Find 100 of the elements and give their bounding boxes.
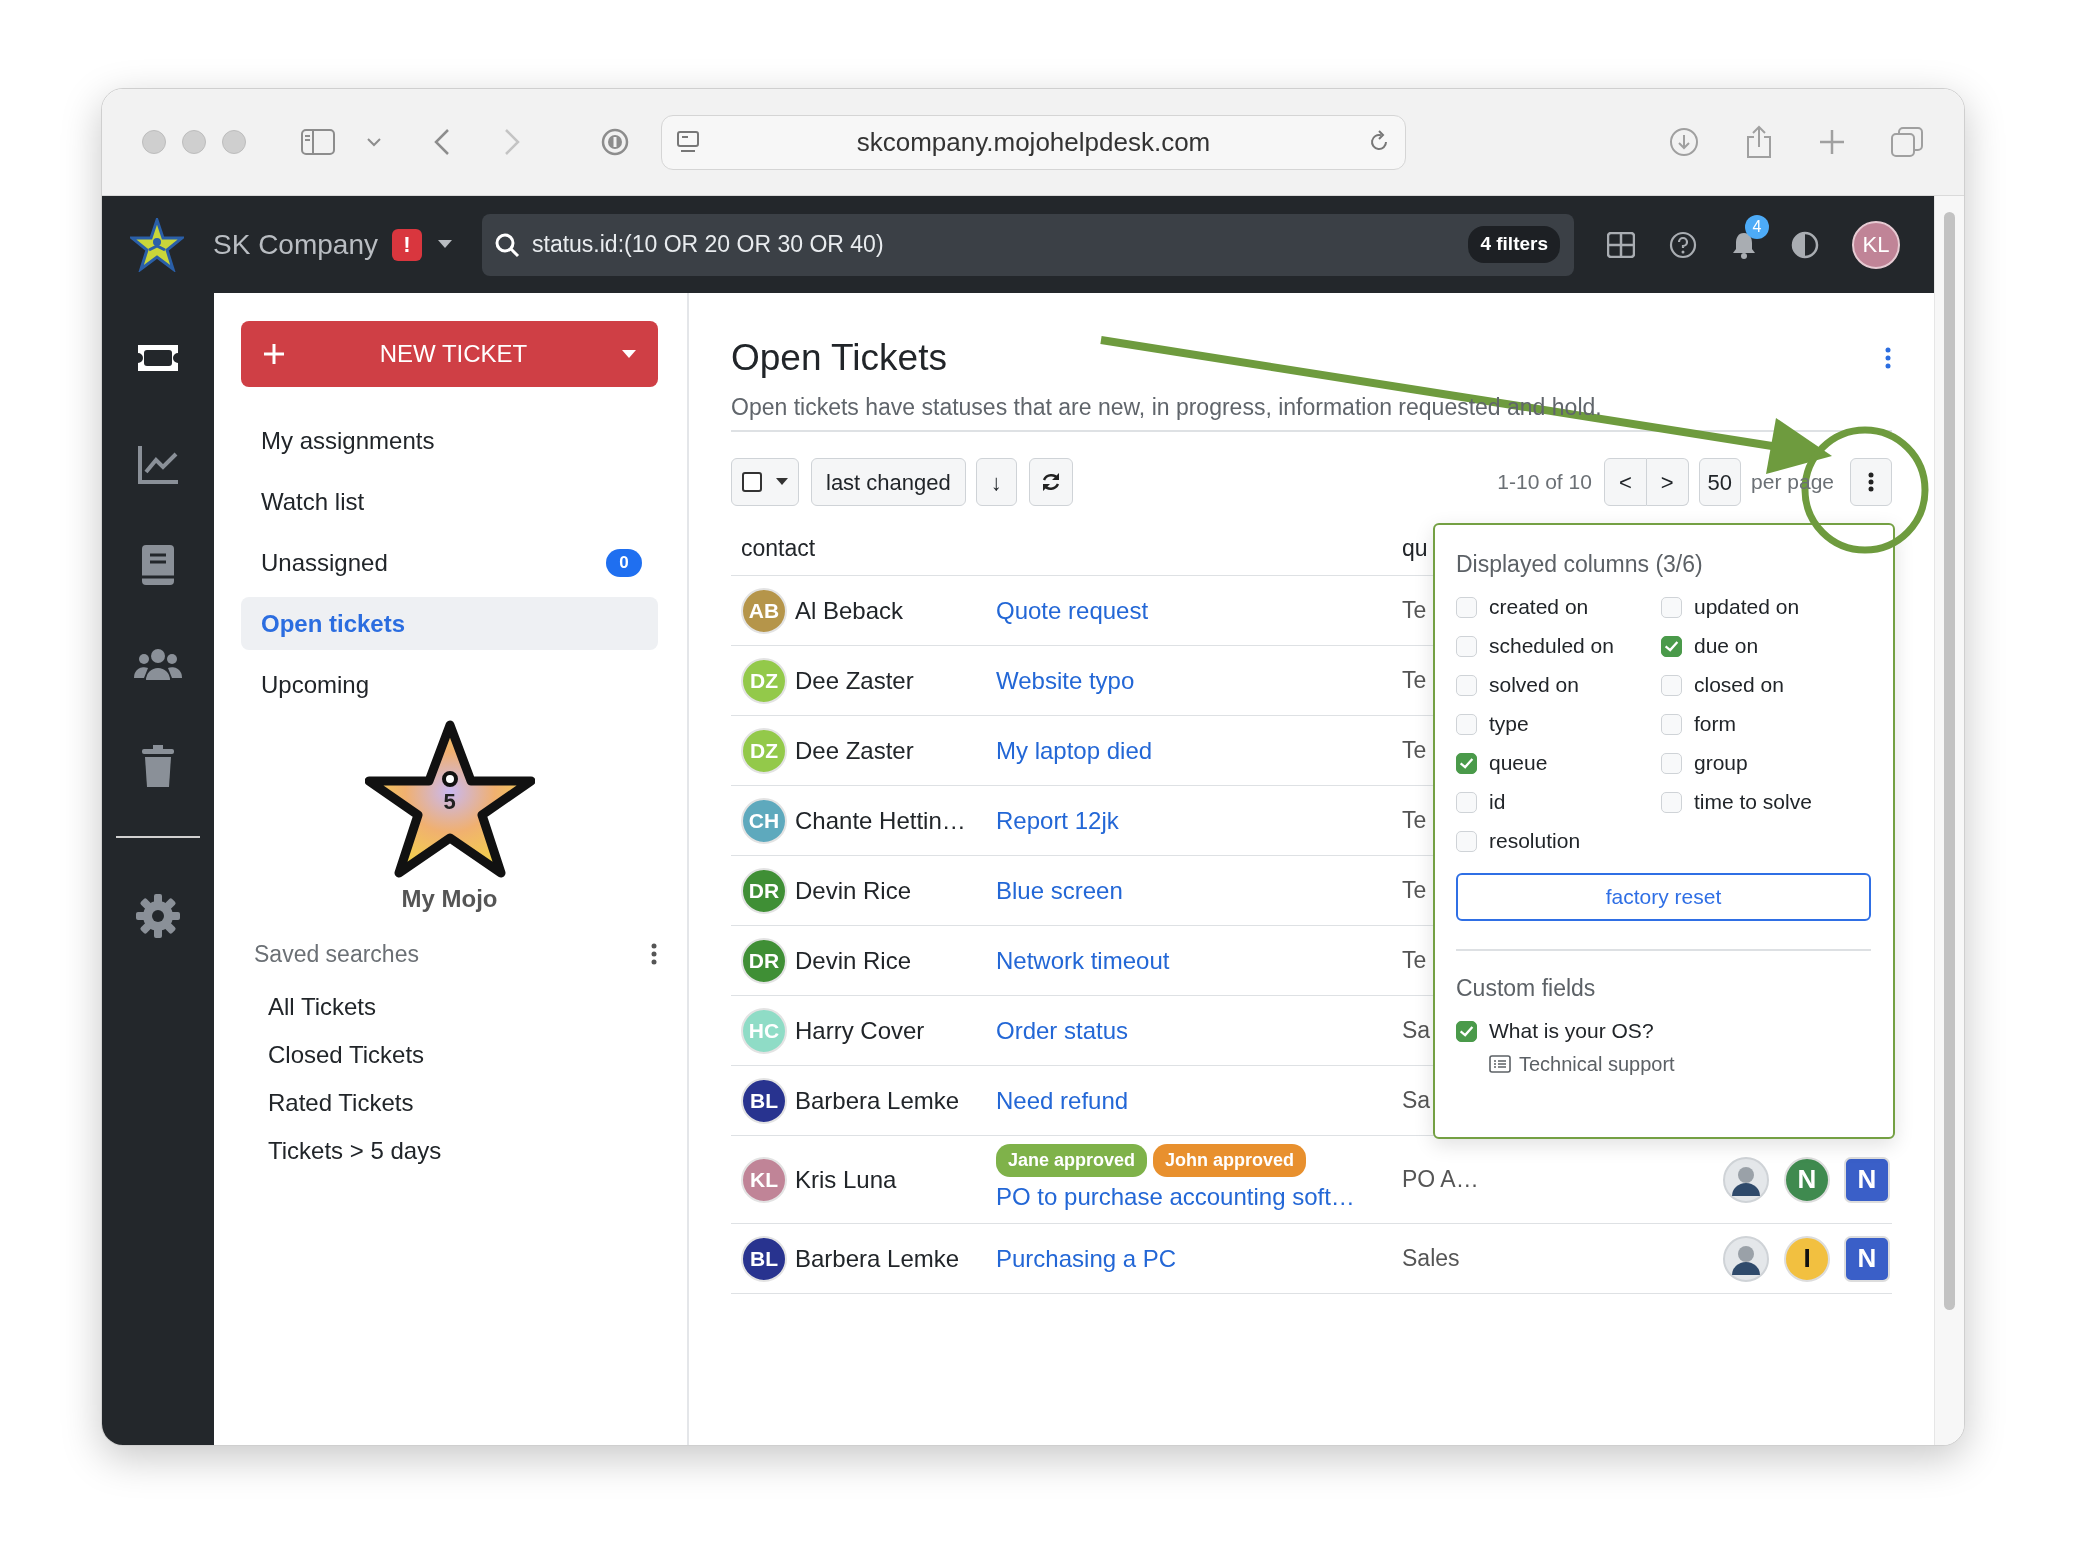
- saved-search-link[interactable]: All Tickets: [241, 989, 658, 1024]
- queue-name: Te: [1402, 737, 1427, 764]
- scrollbar[interactable]: [1934, 196, 1964, 1445]
- approval-tag: Jane approved: [996, 1144, 1148, 1177]
- ticket-subject-link[interactable]: Report 12jk: [996, 806, 1119, 834]
- minimize-button[interactable]: [182, 130, 206, 154]
- option-label: resolution: [1489, 828, 1581, 855]
- contact-avatar: BL: [741, 1077, 787, 1124]
- factory-reset-button[interactable]: factory reset: [1456, 873, 1871, 921]
- option-label: queue: [1489, 750, 1548, 777]
- more-icon[interactable]: [650, 942, 658, 967]
- ticket-subject-link[interactable]: Order status: [996, 1016, 1129, 1044]
- option-label: updated on: [1694, 594, 1800, 621]
- bell-icon[interactable]: [1731, 230, 1757, 259]
- page-icon[interactable]: [676, 130, 700, 154]
- sidebar-toggle-icon[interactable]: [301, 129, 335, 155]
- per-page-field[interactable]: 50: [1698, 458, 1742, 506]
- download-icon[interactable]: [1669, 127, 1699, 157]
- user-silhouette-icon: [1722, 1155, 1770, 1204]
- password-icon[interactable]: [601, 128, 629, 156]
- nav-item[interactable]: My assignments: [241, 414, 658, 467]
- nav-item[interactable]: Unassigned 0: [241, 536, 658, 589]
- list-icon: [1489, 1055, 1511, 1073]
- checkbox[interactable]: [1456, 752, 1477, 774]
- address-bar[interactable]: skcompany.mojohelpdesk.com: [661, 114, 1406, 170]
- mojo-label[interactable]: My Mojo: [401, 881, 498, 917]
- nav-item[interactable]: Upcoming: [241, 658, 658, 711]
- ticket-subject-link[interactable]: My laptop died: [996, 736, 1153, 764]
- checkbox-icon: [742, 472, 762, 492]
- star-logo-icon[interactable]: [130, 217, 184, 272]
- select-all-dropdown[interactable]: [731, 458, 799, 506]
- forward-icon[interactable]: [503, 128, 521, 156]
- queue-name: Te: [1402, 597, 1427, 624]
- ticket-subject-link[interactable]: Need refund: [996, 1086, 1129, 1114]
- contact-name: Devin Rice: [795, 875, 912, 906]
- search-icon: [494, 231, 520, 258]
- contact-name: Al Beback: [795, 595, 904, 626]
- alert-badge[interactable]: !: [391, 228, 422, 261]
- nav-item[interactable]: Open tickets: [241, 597, 658, 650]
- checkbox[interactable]: [1456, 1020, 1477, 1042]
- help-icon[interactable]: [1669, 230, 1697, 259]
- option-label: type: [1489, 711, 1529, 738]
- caret-icon: [776, 478, 788, 486]
- column-header: qu: [1402, 534, 1428, 561]
- notification-count: 4: [1745, 214, 1769, 239]
- star-icon[interactable]: [364, 719, 535, 879]
- zoom-button[interactable]: [222, 130, 246, 154]
- grid-icon[interactable]: [1607, 231, 1635, 258]
- share-icon[interactable]: [1745, 125, 1773, 159]
- queue-name: Te: [1402, 877, 1427, 904]
- option-label: What is your OS?: [1489, 1018, 1654, 1045]
- ticket-subject-link[interactable]: Blue screen: [996, 876, 1123, 904]
- contrast-icon[interactable]: [1791, 230, 1819, 259]
- more-icon[interactable]: [1884, 346, 1892, 370]
- saved-search-link[interactable]: Closed Tickets: [241, 1037, 658, 1072]
- option-label: due on: [1694, 633, 1759, 660]
- contact-avatar: HC: [741, 1007, 787, 1054]
- option-label: form: [1694, 711, 1736, 738]
- contact-avatar: AB: [741, 587, 787, 634]
- new-ticket-button[interactable]: NEW TICKET: [241, 321, 658, 387]
- queue-name: Sa: [1402, 1017, 1431, 1044]
- next-page-button[interactable]: >: [1646, 458, 1689, 506]
- new-tab-icon[interactable]: [1819, 129, 1845, 155]
- column-menu-button[interactable]: [1850, 458, 1892, 506]
- section-title: Saved searches: [254, 940, 420, 969]
- sort-direction-button[interactable]: ↓: [975, 458, 1017, 506]
- saved-search-link[interactable]: Tickets > 5 days: [241, 1133, 658, 1168]
- back-icon[interactable]: [433, 128, 451, 156]
- menu-title: Displayed columns (3/6): [1456, 550, 1704, 579]
- option-label: time to solve: [1694, 789, 1812, 816]
- group-avatar: N: [1844, 1156, 1890, 1203]
- filters-badge[interactable]: 4 filters: [1468, 226, 1560, 263]
- chevron-down-icon[interactable]: [367, 137, 381, 147]
- queue-name: Sa: [1402, 1087, 1431, 1114]
- previous-page-button[interactable]: <: [1603, 458, 1647, 506]
- column-header: contact: [741, 533, 816, 563]
- contact-avatar: DR: [741, 867, 787, 914]
- ticket-subject-link[interactable]: Website typo: [996, 666, 1135, 694]
- company-name[interactable]: SK Company: [213, 223, 378, 266]
- scrollbar-thumb[interactable]: [1944, 212, 1955, 1310]
- search-field[interactable]: status.id:(10 OR 20 OR 30 OR 40) 4 filters: [482, 213, 1574, 276]
- refresh-button[interactable]: [1028, 458, 1073, 506]
- caret-icon[interactable]: [437, 240, 452, 249]
- checkbox[interactable]: [1661, 635, 1682, 657]
- sort-field-button[interactable]: last changed: [811, 458, 966, 506]
- ticket-subject-link[interactable]: PO to purchase accounting soft…: [996, 1183, 1355, 1210]
- approval-tag: John approved: [1153, 1144, 1307, 1177]
- group-avatar: N: [1844, 1235, 1890, 1282]
- contact-avatar: CH: [741, 797, 787, 844]
- contact-name: Dee Zaster: [795, 665, 914, 696]
- option-label: created on: [1489, 594, 1589, 621]
- ticket-subject-link[interactable]: Network timeout: [996, 946, 1170, 974]
- user-silhouette-icon: [1722, 1234, 1770, 1283]
- nav-item[interactable]: Watch list: [241, 475, 658, 528]
- ticket-subject-link[interactable]: Quote request: [996, 596, 1149, 624]
- ticket-subject-link[interactable]: Purchasing a PC: [996, 1244, 1177, 1272]
- saved-search-link[interactable]: Rated Tickets: [241, 1085, 658, 1120]
- close-button[interactable]: [142, 130, 166, 154]
- tabs-overview-icon[interactable]: [1891, 127, 1923, 157]
- contact-name: Devin Rice: [795, 945, 912, 976]
